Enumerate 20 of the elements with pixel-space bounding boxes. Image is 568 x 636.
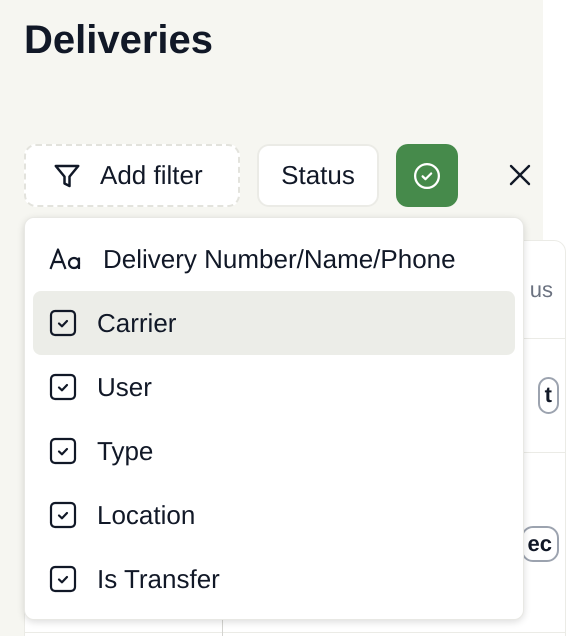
filter-option[interactable]: Type (33, 419, 515, 483)
status-filter-chip[interactable]: Status (257, 144, 379, 207)
confirm-button[interactable] (396, 144, 458, 207)
filter-option[interactable]: Delivery Number/Name/Phone (33, 227, 515, 291)
filter-option[interactable]: Carrier (33, 291, 515, 355)
row-action-button[interactable]: t (538, 377, 559, 414)
filter-option[interactable]: User (33, 355, 515, 419)
checkbox-icon (49, 437, 77, 465)
filter-option[interactable]: Is Transfer (33, 547, 515, 611)
checkbox-icon (49, 565, 77, 593)
checkbox-icon (49, 373, 77, 401)
checkbox-icon (49, 309, 77, 337)
text-type-icon (49, 248, 83, 270)
checkbox-icon (49, 501, 77, 529)
close-icon (509, 164, 531, 186)
check-circle-icon (412, 160, 442, 190)
filter-option[interactable]: Location (33, 483, 515, 547)
page-title: Deliveries (24, 17, 214, 64)
add-filter-button[interactable]: Add filter (24, 144, 240, 207)
column-header: us (530, 276, 553, 304)
